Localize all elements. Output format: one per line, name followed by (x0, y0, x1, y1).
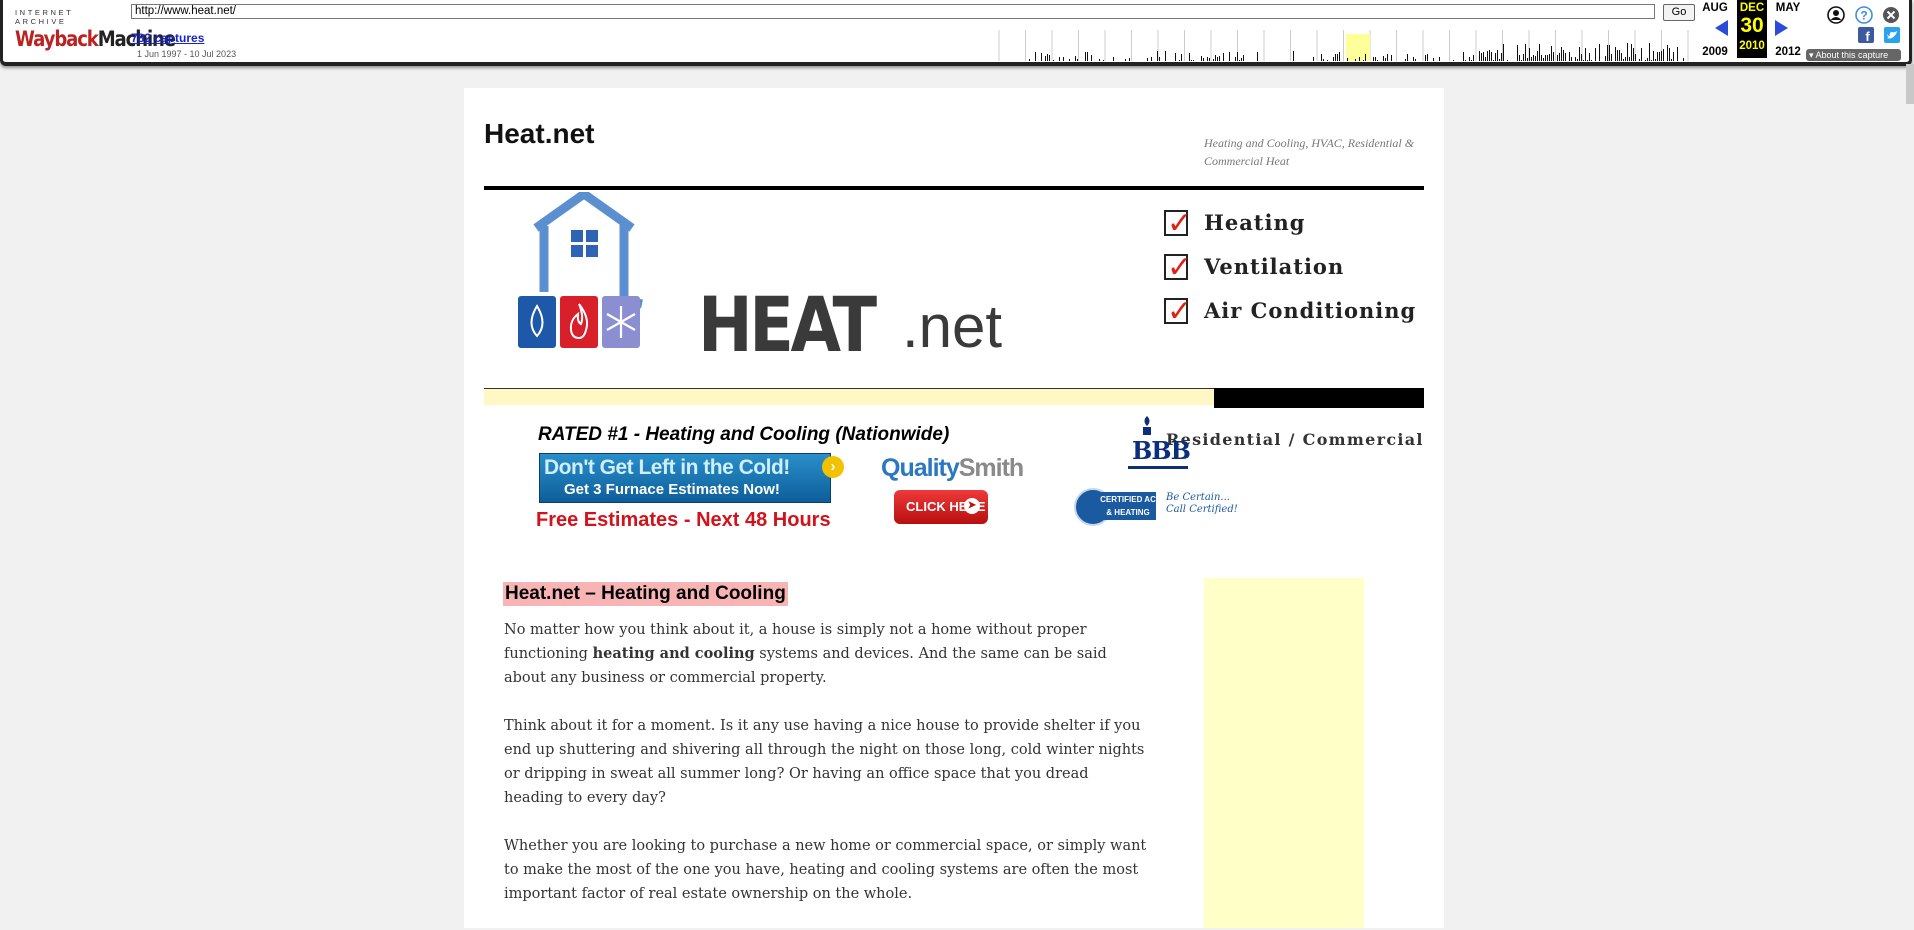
wayback-next-year[interactable]: 2012 (1772, 46, 1804, 58)
ad-banner-line2: Get 3 Furnace Estimates Now! (564, 481, 780, 498)
logo-net-word: .net (902, 293, 1003, 360)
click-here-button[interactable]: CLICK HERE ➤ (894, 490, 988, 524)
wayback-logo-top: INTERNET ARCHIVE (15, 8, 74, 26)
paragraph-2: Think about it for a moment. Is it any u… (504, 718, 1145, 806)
check-label-heating: Heating (1204, 210, 1306, 235)
wayback-url-input[interactable]: http://www.heat.net/ (131, 4, 1655, 19)
ad-rated-heading[interactable]: RATED #1 - Heating and Cooling (Nationwi… (538, 424, 949, 446)
site-title[interactable]: Heat.net (484, 118, 594, 150)
content-heading: Heat.net – Heating and Cooling (503, 582, 788, 606)
page-scrollbar-thumb[interactable] (1906, 64, 1914, 104)
wayback-go-button[interactable]: Go (1663, 4, 1695, 21)
torch-icon (1143, 416, 1151, 435)
article-body: No matter how you think about it, a hous… (504, 618, 1150, 930)
wayback-prev-year[interactable]: 2009 (1699, 46, 1731, 58)
about-capture-label: About this capture (1815, 50, 1889, 60)
wayback-sparkline[interactable] (995, 30, 1689, 61)
house-icon (533, 192, 643, 309)
svg-text:f: f (1865, 29, 1870, 43)
qualitysmith-part-1: Quality (881, 454, 960, 482)
user-icon[interactable] (1827, 6, 1845, 24)
twitter-icon[interactable] (1884, 27, 1900, 43)
svg-text:?: ? (1860, 9, 1867, 23)
checkmark-icon: ✓ (1167, 294, 1193, 329)
about-capture-button[interactable]: ▾ About this capture (1806, 49, 1901, 61)
segment-label: Residential / Commercial (1166, 430, 1424, 449)
water-drop-icon (518, 296, 556, 348)
wayback-logo-main: WaybackMachine (15, 27, 176, 51)
checkmark-icon: ✓ (1167, 206, 1193, 241)
snowflake-icon (602, 296, 640, 348)
ad-banner-line1: Don't Get Left in the Cold! (544, 456, 790, 479)
banner-stripe-yellow (484, 388, 1214, 405)
banner-stripe-black (1214, 388, 1424, 408)
wayback-prev-month[interactable]: AUG (1700, 2, 1730, 14)
facebook-icon[interactable]: f (1858, 27, 1874, 43)
wayback-toolbar: INTERNET ARCHIVE WaybackMachine http://w… (0, 0, 1912, 66)
checkbox-icon: ✓ (1164, 294, 1192, 329)
qualitysmith-part-2: Smith (958, 454, 1024, 482)
certified-badge[interactable]: CERTIFIED AC & HEATING (1100, 492, 1156, 520)
flame-icon (560, 296, 598, 348)
bbb-underline (1128, 466, 1188, 469)
furnace-estimates-ad[interactable]: Don't Get Left in the Cold! Get 3 Furnac… (539, 453, 831, 503)
help-icon[interactable]: ? (1855, 6, 1873, 24)
checkmark-icon: ✓ (1167, 250, 1193, 285)
page-container: Heat.net Heating and Cooling, HVAC, Resi… (464, 88, 1444, 928)
header-divider (484, 186, 1424, 190)
sidebar-ad-slot (1204, 578, 1364, 928)
certified-note: Be Certain... Call Certified! (1166, 492, 1238, 515)
wayback-next-month[interactable]: MAY (1773, 2, 1803, 14)
close-icon[interactable] (1882, 6, 1900, 24)
wayback-current-capture: DEC 30 2010 (1737, 0, 1767, 58)
checkbox-icon: ✓ (1164, 206, 1192, 241)
paragraph-3: Whether you are looking to purchase a ne… (504, 838, 1147, 902)
logo-heat-word: HEAT (698, 280, 877, 369)
paragraph-1: No matter how you think about it, a hous… (504, 618, 1150, 690)
next-capture-arrow-icon[interactable] (1775, 20, 1789, 36)
check-label-ac: Air Conditioning (1204, 298, 1417, 323)
wayback-logo-main-1: Wayback (15, 27, 99, 51)
wayback-captures-link[interactable]: 782 captures (131, 31, 204, 45)
bbb-logo[interactable]: BBB (1132, 436, 1191, 465)
wayback-cur-year: 2010 (1739, 40, 1765, 52)
wayback-cur-day: 30 (1740, 14, 1764, 37)
wayback-capture-range: 1 Jun 1997 - 10 Jul 2023 (137, 49, 237, 59)
wayback-logo[interactable]: INTERNET ARCHIVE WaybackMachine (15, 8, 176, 52)
free-estimates-link[interactable]: Free Estimates - Next 48 Hours (536, 509, 831, 532)
check-label-ventilation: Ventilation (1204, 254, 1345, 279)
p1-bold: heating and cooling (592, 645, 755, 662)
qualitysmith-logo[interactable]: QualitySmith (881, 454, 1024, 483)
wayback-cur-month: DEC (1739, 2, 1765, 14)
checkbox-icon: ✓ (1164, 250, 1192, 285)
arrow-right-icon[interactable]: › (822, 456, 844, 478)
prev-capture-arrow-icon[interactable] (1715, 20, 1729, 36)
site-tagline: Heating and Cooling, HVAC, Residential &… (1204, 136, 1415, 168)
pointer-icon: ➤ (964, 498, 980, 514)
